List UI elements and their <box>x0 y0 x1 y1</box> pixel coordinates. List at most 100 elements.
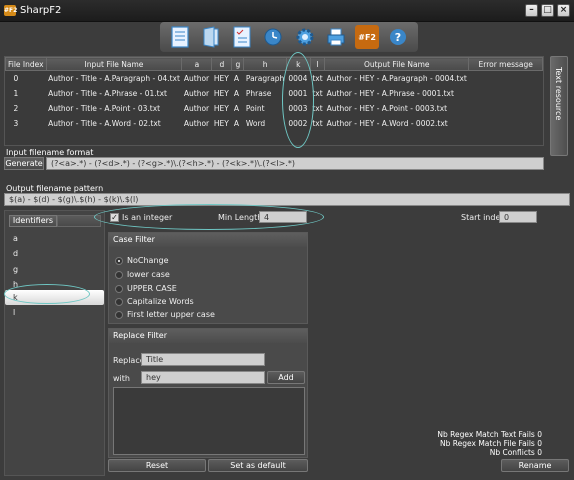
print-button[interactable] <box>324 25 348 49</box>
column-header[interactable]: File Index <box>5 57 47 71</box>
table-cell: Paragraph <box>245 73 285 83</box>
radio-nochange[interactable] <box>115 257 123 265</box>
column-header[interactable]: Input File Name <box>45 57 183 71</box>
table-cell: Author - HEY - A.Phrase - 0001.txt <box>326 88 454 98</box>
rename-button[interactable]: Rename <box>501 459 569 472</box>
settings-button[interactable] <box>293 25 317 49</box>
input-format-field[interactable]: (?<a>.*) - (?<d>.*) - (?<g>.*)\.(?<h>.*)… <box>46 157 544 170</box>
table-cell: A <box>233 73 240 83</box>
minimize-button[interactable]: – <box>525 4 538 17</box>
radio-first-letter[interactable] <box>115 311 123 319</box>
new-document-button[interactable] <box>168 25 192 49</box>
title-bar: #F2 SharpF2 – □ × <box>0 0 574 22</box>
table-cell: txt <box>312 118 323 128</box>
table-cell: HEY <box>213 73 229 83</box>
table-cell: Author - HEY - A.Paragraph - 0004.txt <box>326 73 467 83</box>
add-button[interactable]: Add <box>267 371 305 384</box>
identifier-item[interactable]: g <box>5 262 104 277</box>
radio-uppercase[interactable] <box>115 285 123 293</box>
replace-label: Replace <box>113 356 145 365</box>
help-button[interactable]: ? <box>386 25 410 49</box>
table-row[interactable]: 2 Author - Title - A.Point - 03.txt Auth… <box>6 101 543 116</box>
generate-button[interactable]: Generate <box>4 157 44 170</box>
identifier-item[interactable]: a <box>5 231 104 246</box>
column-header[interactable]: l <box>309 57 326 71</box>
checklist-icon <box>233 26 251 48</box>
table-cell: 2 <box>13 103 19 113</box>
table-cell: Phrase <box>245 88 272 98</box>
radio-label: Capitalize Words <box>127 297 194 306</box>
table-cell: 1 <box>13 88 19 98</box>
identifiers-panel: Identifiers a d g h k l <box>4 210 105 476</box>
case-filter-panel: Case Filter NoChange lower case UPPER CA… <box>108 232 308 324</box>
table-cell: Word <box>245 118 266 128</box>
column-header[interactable]: g <box>231 57 245 71</box>
column-header[interactable]: Error message <box>468 57 543 71</box>
replace-filter-title: Replace Filter <box>109 329 307 343</box>
app-icon: #F2 <box>4 5 18 16</box>
replace-list[interactable] <box>113 387 305 455</box>
table-cell: Point <box>245 103 265 113</box>
column-header[interactable]: a <box>181 57 213 71</box>
column-header[interactable]: k <box>285 57 311 71</box>
table-row[interactable]: 0 Author - Title - A.Paragraph - 04.txt … <box>6 71 543 86</box>
radio-label: NoChange <box>127 256 169 265</box>
column-header[interactable]: h <box>243 57 287 71</box>
column-header[interactable]: d <box>211 57 233 71</box>
with-field[interactable]: hey <box>141 371 265 384</box>
help-icon: ? <box>390 29 407 45</box>
start-index-field[interactable]: 0 <box>499 211 537 223</box>
table-cell <box>469 86 543 101</box>
f2-logo-icon: #F2 <box>358 32 376 42</box>
clock-icon <box>264 28 282 46</box>
table-row[interactable]: 1 Author - Title - A.Phrase - 01.txt Aut… <box>6 86 543 101</box>
table-cell: Author - HEY - A.Point - 0003.txt <box>326 103 448 113</box>
about-button[interactable]: #F2 <box>355 25 380 49</box>
table-row[interactable]: 3 Author - Title - A.Word - 02.txt Autho… <box>6 116 543 131</box>
table-header-row: File Index Input File Name a d g h k l O… <box>5 57 543 71</box>
radio-label: lower case <box>127 270 170 279</box>
table-cell: A <box>233 118 240 128</box>
document-icon <box>171 26 189 48</box>
identifier-item-selected[interactable]: k <box>5 290 104 305</box>
set-default-button[interactable]: Set as default <box>208 459 308 472</box>
table-cell: txt <box>312 103 323 113</box>
text-resource-label: Text resource <box>554 67 563 121</box>
close-button[interactable]: × <box>557 4 570 17</box>
table-cell: Author - Title - A.Word - 02.txt <box>48 118 161 128</box>
reset-button[interactable]: Reset <box>108 459 206 472</box>
table-cell: HEY <box>213 103 229 113</box>
identifiers-header-spacer <box>57 215 101 227</box>
with-label: with <box>113 374 130 383</box>
table-cell: Author <box>183 103 210 113</box>
table-cell: Author - Title - A.Paragraph - 04.txt <box>48 73 180 83</box>
stat-file-fails: Nb Regex Match File Fails 0 <box>440 439 542 448</box>
open-folder-icon <box>203 26 219 48</box>
table-cell: txt <box>312 73 323 83</box>
identifier-item[interactable]: l <box>5 305 104 320</box>
maximize-button[interactable]: □ <box>541 4 554 17</box>
history-button[interactable] <box>261 25 285 49</box>
text-resource-tab[interactable]: Text resource <box>550 56 568 156</box>
identifier-item[interactable]: d <box>5 246 104 261</box>
table-cell: 0004 <box>288 73 308 83</box>
table-cell: 0001 <box>288 88 308 98</box>
printer-icon <box>327 28 345 46</box>
table-cell: Author <box>183 73 210 83</box>
table-cell: Author <box>183 118 210 128</box>
min-length-field[interactable]: 4 <box>259 211 307 223</box>
open-button[interactable] <box>199 25 223 49</box>
radio-capitalize[interactable] <box>115 298 123 306</box>
window-controls: – □ × <box>525 4 570 17</box>
replace-field[interactable]: Title <box>141 353 265 366</box>
toolbar: #F2 ? <box>160 22 418 52</box>
radio-label: First letter upper case <box>127 310 215 319</box>
table-cell: 3 <box>13 118 19 128</box>
column-header[interactable]: Output File Name <box>324 57 470 71</box>
radio-lowercase[interactable] <box>115 271 123 279</box>
svg-text:?: ? <box>395 31 401 44</box>
table-cell: 0002 <box>288 118 308 128</box>
is-integer-checkbox[interactable]: ✓ <box>110 213 119 222</box>
output-pattern-field[interactable]: $(a) - $(d) - $(g)\.$(h) - $(k)\.$(l) <box>4 193 570 206</box>
checklist-button[interactable] <box>230 25 254 49</box>
